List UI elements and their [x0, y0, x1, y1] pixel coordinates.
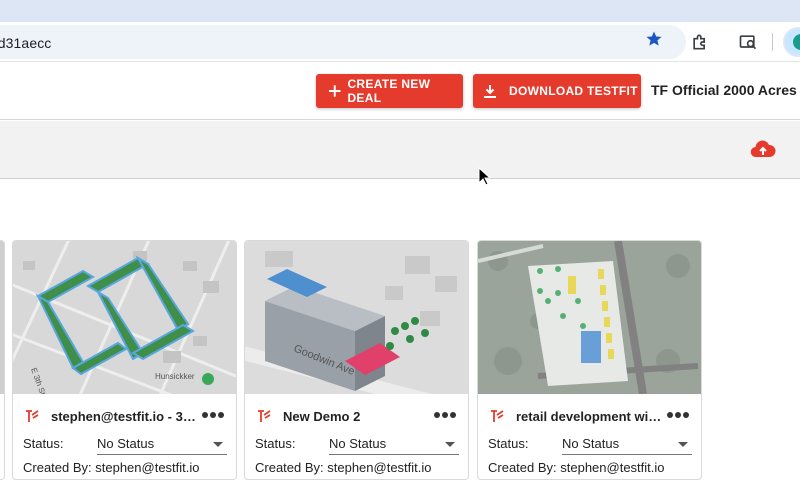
- app-header: CREATE NEW DEAL DOWNLOAD TESTFIT TF Offi…: [0, 62, 800, 120]
- mouse-cursor-icon: [478, 167, 490, 186]
- created-by: Created By: stephen@testfit.io: [255, 460, 432, 475]
- browser-tab-strip: [0, 0, 800, 22]
- url-text: 40d31aecc: [0, 35, 52, 51]
- deal-title[interactable]: New Demo 2: [283, 409, 428, 424]
- status-value: No Status: [97, 436, 155, 451]
- testfit-logo-icon: [26, 410, 39, 422]
- deal-thumbnail: [478, 241, 701, 394]
- testfit-logo-icon: [491, 410, 504, 422]
- status-select[interactable]: No Status: [329, 435, 459, 455]
- download-testfit-label: DOWNLOAD TESTFIT: [509, 84, 638, 98]
- deal-card-partial[interactable]: [0, 240, 5, 480]
- deal-thumbnail: [0, 241, 4, 394]
- status-select[interactable]: No Status: [562, 435, 692, 455]
- browser-toolbar: 40d31aecc: [0, 22, 800, 62]
- chevron-down-icon: [678, 442, 688, 447]
- map-street-label: Hunsickker: [155, 372, 195, 381]
- created-by: Created By: stephen@testfit.io: [23, 460, 200, 475]
- status-label: Status:: [488, 436, 529, 451]
- more-options-icon[interactable]: [666, 410, 690, 420]
- created-by: Created By: stephen@testfit.io: [488, 460, 665, 475]
- status-label: Status:: [23, 436, 64, 451]
- cloud-upload-icon[interactable]: [750, 138, 776, 160]
- deal-thumbnail: Goodwin Ave: [245, 241, 468, 394]
- deal-card[interactable]: Goodwin Ave New Demo 2 Status: No Status…: [244, 240, 469, 480]
- status-value: No Status: [329, 436, 387, 451]
- extensions-icon[interactable]: [690, 32, 710, 52]
- toolbar-divider: [772, 33, 773, 51]
- download-testfit-button[interactable]: DOWNLOAD TESTFIT: [473, 74, 641, 108]
- site-aerial-plan: [478, 241, 701, 394]
- deals-toolbar: [0, 121, 800, 179]
- chevron-down-icon: [445, 442, 455, 447]
- deal-card[interactable]: retail development wi… Status: No Status…: [477, 240, 702, 480]
- download-icon: [484, 85, 496, 98]
- create-new-deal-button[interactable]: CREATE NEW DEAL: [316, 74, 463, 108]
- deal-card[interactable]: Hunsickker E 3th St stephen@testfit.io -…: [12, 240, 237, 480]
- bookmark-star-icon[interactable]: [645, 30, 663, 48]
- create-new-deal-label: CREATE NEW DEAL: [347, 77, 431, 105]
- account-name[interactable]: TF Official 2000 Acres: [651, 82, 797, 98]
- testfit-logo-icon: [258, 410, 271, 422]
- profile-avatar[interactable]: [783, 27, 800, 57]
- status-label: Status:: [255, 436, 296, 451]
- site-3d-render: Goodwin Ave: [245, 241, 468, 394]
- status-value: No Status: [562, 436, 620, 451]
- deal-thumbnail: Hunsickker E 3th St: [13, 241, 236, 394]
- site-3d-render: Hunsickker E 3th St: [13, 241, 236, 394]
- search-tab-icon[interactable]: [738, 32, 758, 52]
- plus-icon: [328, 85, 341, 97]
- deal-title[interactable]: retail development wi…: [516, 409, 661, 424]
- address-bar[interactable]: 40d31aecc: [0, 25, 686, 59]
- status-select[interactable]: No Status: [97, 435, 227, 455]
- more-options-icon[interactable]: [201, 410, 225, 420]
- chevron-down-icon: [213, 442, 223, 447]
- deal-title[interactable]: stephen@testfit.io - 3…: [51, 409, 196, 424]
- more-options-icon[interactable]: [433, 410, 457, 420]
